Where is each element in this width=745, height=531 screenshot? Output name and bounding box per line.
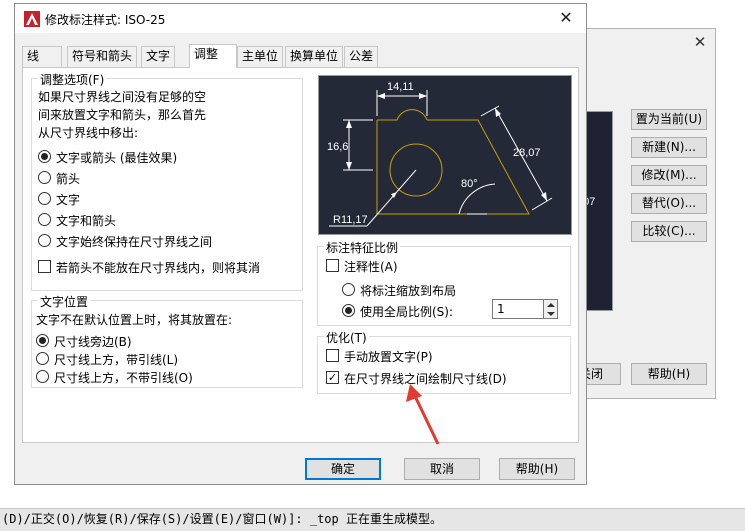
fit-description-line: 从尺寸界线中移出:	[38, 126, 139, 140]
suppress-arrows-label: 若箭头不能放在尺寸界线内，则将其消	[56, 261, 261, 275]
global-scale-spinner[interactable]	[544, 299, 558, 319]
text-placement-title: 文字位置	[38, 293, 91, 310]
suppress-arrows-checkbox[interactable]	[38, 260, 51, 273]
scale-title: 标注特征比例	[324, 239, 401, 256]
close-icon[interactable]: ✕	[555, 7, 577, 29]
scale-group: 标注特征比例 注释性(A) 将标注缩放到布局 使用全局比例(S): 1	[317, 239, 571, 326]
placement-beside-dimline-radio[interactable]	[36, 334, 49, 347]
annotation-arrow-icon	[406, 384, 440, 445]
draw-dimline-checkbox[interactable]: ✓	[326, 371, 339, 384]
tab-symbols-arrows[interactable]: 符号和箭头	[67, 46, 138, 67]
dialog-title: 修改标注样式: ISO-25	[45, 13, 166, 27]
annotative-checkbox[interactable]	[326, 259, 339, 272]
fit-option-label: 文字	[56, 193, 81, 207]
scale-to-layout-radio[interactable]	[342, 283, 355, 296]
placement-option-label: 尺寸线上方，不带引线(O)	[54, 371, 193, 385]
text-placement-description: 文字不在默认位置上时，将其放置在:	[36, 313, 233, 327]
background-help-button[interactable]: 帮助(H)	[631, 363, 707, 385]
tab-alternate-units[interactable]: 换算单位	[285, 46, 344, 67]
autocad-logo-icon	[24, 11, 40, 27]
spin-up-icon[interactable]	[547, 303, 555, 307]
fit-options-group: 调整选项(F) 如果尺寸界线之间没有足够的空 间来放置文字和箭头，那么首先 从尺…	[31, 71, 303, 291]
manual-placement-label: 手动放置文字(P)	[344, 350, 433, 364]
fit-option-arrows-radio[interactable]	[38, 171, 51, 184]
preview-dim-left: 16,6	[327, 141, 348, 153]
fit-option-label: 文字或箭头 (最佳效果)	[56, 151, 178, 165]
fit-option-keep-text-radio[interactable]	[38, 234, 51, 247]
modify-style-button[interactable]: 修改(M)...	[631, 165, 707, 186]
title-bar: 修改标注样式: ISO-25 ✕	[15, 4, 586, 33]
set-current-button[interactable]: 置为当前(U)	[631, 109, 707, 130]
fit-option-label: 箭头	[56, 172, 81, 186]
tab-lines[interactable]: 线	[22, 46, 62, 67]
preview-drawing: 14,11 16,6 28,07 80° R11,17	[327, 81, 553, 227]
command-line-status: (D)/正交(O)/恢复(R)/保存(S)/设置(E)/窗口(W)]: _top…	[0, 508, 745, 531]
preview-dim-right: 28,07	[513, 147, 541, 159]
new-style-button[interactable]: 新建(N)...	[631, 137, 707, 158]
fit-option-text-radio[interactable]	[38, 192, 51, 205]
preview-angle: 80°	[461, 178, 478, 190]
placement-option-label: 尺寸线旁边(B)	[54, 335, 132, 349]
manual-placement-checkbox[interactable]	[326, 349, 339, 362]
tab-tolerances[interactable]: 公差	[344, 46, 379, 67]
preview-dim-top: 14,11	[387, 81, 414, 93]
tab-primary-units[interactable]: 主单位	[237, 46, 284, 67]
ok-button[interactable]: 确定	[305, 458, 381, 480]
cancel-button[interactable]: 取消	[404, 458, 480, 480]
annotative-label: 注释性(A)	[344, 260, 398, 274]
dimension-preview: 14,11 16,6 28,07 80° R11,17	[318, 75, 572, 235]
placement-over-with-leader-radio[interactable]	[36, 352, 49, 365]
fit-description-line: 间来放置文字和箭头，那么首先	[38, 108, 207, 122]
tab-text[interactable]: 文字	[141, 46, 176, 67]
fit-option-label: 文字始终保持在尺寸界线之间	[56, 235, 213, 249]
text-placement-group: 文字位置 文字不在默认位置上时，将其放置在: 尺寸线旁边(B) 尺寸线上方，带引…	[31, 293, 303, 388]
fit-option-text-or-arrows-radio[interactable]	[38, 150, 51, 163]
tab-fit[interactable]: 调整	[189, 44, 237, 68]
compare-styles-button[interactable]: 比较(C)...	[631, 221, 707, 242]
global-scale-radio[interactable]	[342, 304, 355, 317]
placement-over-without-leader-radio[interactable]	[36, 370, 49, 383]
close-icon[interactable]: ✕	[691, 33, 709, 51]
scale-to-layout-label: 将标注缩放到布局	[360, 284, 457, 298]
fit-tab-panel: 调整选项(F) 如果尺寸界线之间没有足够的空 间来放置文字和箭头，那么首先 从尺…	[22, 67, 579, 443]
fit-option-label: 文字和箭头	[56, 214, 117, 228]
global-scale-input[interactable]: 1	[492, 299, 544, 319]
modify-dimension-style-dialog: 修改标注样式: ISO-25 ✕ 线 符号和箭头 文字 调整 主单位 换算单位 …	[14, 3, 587, 485]
fit-option-text-and-arrows-radio[interactable]	[38, 213, 51, 226]
preview-radius: R11,17	[333, 214, 368, 226]
global-scale-label: 使用全局比例(S):	[360, 305, 454, 319]
help-button[interactable]: 帮助(H)	[499, 458, 575, 480]
fit-description-line: 如果尺寸界线之间没有足够的空	[38, 90, 207, 104]
fine-tuning-title: 优化(T)	[324, 329, 369, 346]
fit-options-title: 调整选项(F)	[38, 71, 107, 88]
placement-option-label: 尺寸线上方，带引线(L)	[54, 353, 179, 367]
spin-down-icon[interactable]	[547, 312, 555, 316]
override-style-button[interactable]: 替代(O)...	[631, 193, 707, 214]
